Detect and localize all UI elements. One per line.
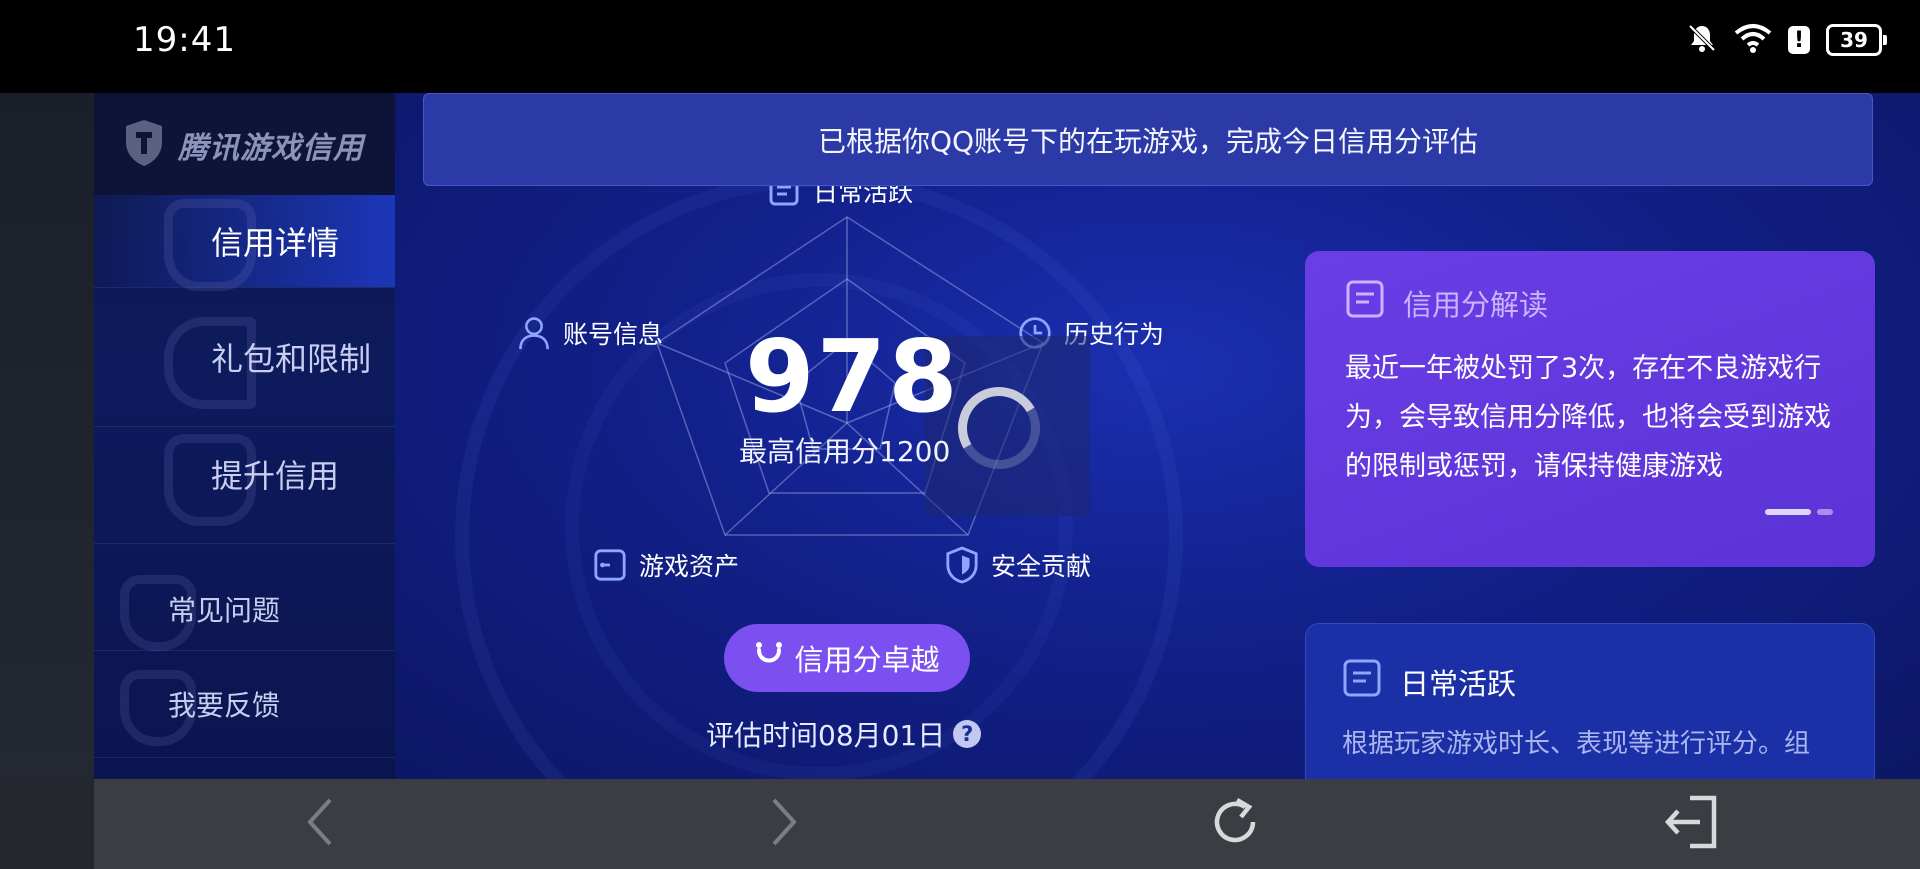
left-gutter xyxy=(0,93,94,779)
max-score-label: 最高信用分1200 xyxy=(739,435,951,468)
card-title: 日常活跃 xyxy=(1400,666,1517,701)
divider xyxy=(94,757,395,758)
wallet-icon xyxy=(593,548,627,582)
forward-button[interactable] xyxy=(739,779,829,869)
sidebar: 腾讯游戏信用 信用详情 礼包和限制 提升信用 常见问题 我要反馈 xyxy=(94,93,395,779)
credit-interpretation-card: 信用分解读 最近一年被处罚了3次，存在不良游戏行为，会导致信用分降低，也将会受到… xyxy=(1305,251,1875,567)
sidebar-item-feedback[interactable]: 我要反馈 xyxy=(94,658,395,750)
divider xyxy=(94,426,395,427)
radar-axis-label: 游戏资产 xyxy=(639,552,740,581)
card-body: 根据玩家游戏时长、表现等进行评分。组 xyxy=(1342,729,1811,759)
eval-time-text: 评估时间08月01日 xyxy=(706,719,946,752)
shield-logo-icon xyxy=(122,118,166,172)
refresh-button[interactable] xyxy=(1190,779,1280,869)
alert-icon: ! xyxy=(1788,26,1810,54)
battery-level: 39 xyxy=(1840,28,1868,52)
page-indicator xyxy=(1765,509,1833,515)
document-icon xyxy=(1345,279,1385,326)
sidebar-item-label: 提升信用 xyxy=(211,457,340,495)
sidebar-item-credit-details[interactable]: 信用详情 xyxy=(94,195,395,291)
credit-level-button[interactable]: 信用分卓越 xyxy=(724,624,970,692)
daily-active-card[interactable]: 日常活跃 根据玩家游戏时长、表现等进行评分。组 xyxy=(1305,623,1875,779)
eval-time: 评估时间08月01日 ? xyxy=(706,714,982,754)
bell-muted-icon xyxy=(1686,22,1718,58)
radar-axis-security: 安全贡献 xyxy=(945,546,1092,584)
divider xyxy=(94,650,395,651)
back-icon xyxy=(300,794,340,854)
logo-text: 腾讯游戏信用 xyxy=(178,131,364,166)
card-header: 日常活跃 xyxy=(1342,658,1838,705)
status-time: 19:41 xyxy=(133,20,236,60)
sidebar-item-label: 我要反馈 xyxy=(168,689,281,722)
help-icon[interactable]: ? xyxy=(953,720,982,748)
wifi-icon xyxy=(1734,23,1772,57)
smile-icon xyxy=(754,640,784,677)
exit-icon xyxy=(1662,794,1722,854)
status-bar: 19:41 ! 39 xyxy=(0,0,1920,93)
shield-icon xyxy=(945,546,979,584)
back-button[interactable] xyxy=(275,779,365,869)
bottom-gutter xyxy=(0,779,94,869)
radar-axis-account: 账号信息 xyxy=(517,315,663,351)
card-header: 信用分解读 xyxy=(1345,279,1835,326)
evaluation-banner: 已根据你QQ账号下的在玩游戏，完成今日信用分评估 xyxy=(423,93,1873,186)
sidebar-item-label: 礼包和限制 xyxy=(211,340,372,378)
credit-score: 978 xyxy=(745,318,960,435)
sidebar-item-label: 常见问题 xyxy=(168,594,281,627)
main-content: 日常活跃 历史行为 安全贡献 游戏资产 账号信息 978 最高信用分1200 信… xyxy=(395,93,1920,779)
document-icon xyxy=(1342,658,1382,705)
browser-toolbar xyxy=(94,779,1920,869)
banner-text: 已根据你QQ账号下的在玩游戏，完成今日信用分评估 xyxy=(817,124,1479,158)
sidebar-item-label: 信用详情 xyxy=(211,224,340,262)
logo: 腾讯游戏信用 xyxy=(122,118,364,172)
card-body: 最近一年被处罚了3次，存在不良游戏行为，会导致信用分降低，也将会受到游戏的限制或… xyxy=(1345,353,1831,482)
battery-icon: 39 xyxy=(1826,24,1887,56)
radar-axis-label: 账号信息 xyxy=(563,320,664,349)
card-title: 信用分解读 xyxy=(1403,287,1549,322)
refresh-icon xyxy=(1207,794,1263,854)
radar-axis-assets: 游戏资产 xyxy=(593,547,739,583)
user-icon xyxy=(517,316,551,350)
sidebar-item-gifts-limits[interactable]: 礼包和限制 xyxy=(94,311,395,409)
divider xyxy=(94,287,395,288)
sidebar-item-improve-credit[interactable]: 提升信用 xyxy=(94,428,395,526)
exit-button[interactable] xyxy=(1647,779,1737,869)
divider xyxy=(94,543,395,544)
status-icons: ! 39 xyxy=(1686,22,1887,58)
page-dot xyxy=(1765,509,1811,515)
sidebar-item-faq[interactable]: 常见问题 xyxy=(94,563,395,655)
credit-level-label: 信用分卓越 xyxy=(794,643,940,677)
radar-axis-label: 安全贡献 xyxy=(991,552,1092,581)
forward-icon xyxy=(764,794,804,854)
page-dot xyxy=(1817,509,1833,515)
